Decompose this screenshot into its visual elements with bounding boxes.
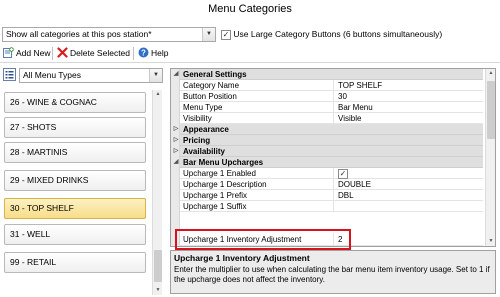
scroll-down-icon[interactable]: ▼ xyxy=(486,237,495,246)
category-list-scrollbar[interactable]: ▲ ▼ xyxy=(152,90,162,295)
property-value[interactable]: DBL xyxy=(338,190,483,201)
category-list-panel: All Menu Types ▼ 26 - WINE & COGNAC 27 -… xyxy=(0,64,168,297)
section-header-appearance[interactable]: ▷ Appearance xyxy=(174,124,483,135)
category-button[interactable]: 26 - WINE & COGNAC xyxy=(4,92,146,113)
property-name: Menu Type xyxy=(182,102,334,113)
help-button[interactable]: ? Help xyxy=(138,46,168,61)
section-title: Availability xyxy=(183,147,225,156)
property-name: Button Position xyxy=(182,91,334,102)
section-header-bar-menu-upcharges[interactable]: ◢ Bar Menu Upcharges xyxy=(174,157,483,168)
add-new-label: Add New xyxy=(16,48,51,58)
category-label: 99 - RETAIL xyxy=(10,257,57,267)
add-new-button[interactable]: Add New xyxy=(3,46,51,61)
svg-text:?: ? xyxy=(141,49,146,58)
chevron-down-icon[interactable]: ▼ xyxy=(149,69,162,82)
menu-type-value: All Menu Types xyxy=(23,70,81,80)
property-value[interactable]: TOP SHELF xyxy=(338,80,483,91)
category-button[interactable]: 31 - WELL xyxy=(4,224,146,245)
category-label: 27 - SHOTS xyxy=(10,122,57,132)
help-label: Help xyxy=(151,48,169,58)
property-description-panel: Upcharge 1 Inventory Adjustment Enter th… xyxy=(170,250,496,294)
scrollbar-thumb[interactable] xyxy=(487,81,495,139)
expand-icon[interactable]: ▷ xyxy=(172,146,180,157)
category-label: 30 - TOP SHELF xyxy=(10,203,74,213)
scroll-up-icon[interactable]: ▲ xyxy=(486,69,495,78)
category-label: 29 - MIXED DRINKS xyxy=(10,175,89,185)
help-icon: ? xyxy=(138,47,149,58)
expand-icon[interactable]: ▷ xyxy=(172,135,180,146)
category-label: 31 - WELL xyxy=(10,229,51,239)
list-view-icon[interactable] xyxy=(3,68,16,81)
collapse-icon[interactable]: ◢ xyxy=(172,157,180,168)
property-name: Upcharge 1 Enabled xyxy=(182,168,334,179)
property-grid-scrollbar[interactable]: ▲ ▼ xyxy=(485,69,495,246)
category-button-selected[interactable]: 30 - TOP SHELF xyxy=(4,198,146,219)
section-title: Pricing xyxy=(183,136,211,145)
property-row[interactable]: Upcharge 1 Prefix DBL xyxy=(180,190,483,201)
property-grid: ◢ General Settings Category Name TOP SHE… xyxy=(170,68,496,247)
menu-type-dropdown[interactable]: All Menu Types ▼ xyxy=(19,68,163,83)
upcharge-enabled-checkbox[interactable]: ✓ xyxy=(338,169,348,179)
scroll-down-icon[interactable]: ▼ xyxy=(153,286,163,295)
category-button[interactable]: 28 - MARTINIS xyxy=(4,142,146,163)
category-button[interactable]: 99 - RETAIL xyxy=(4,252,146,273)
highlight-box xyxy=(175,229,351,250)
scroll-up-icon[interactable]: ▲ xyxy=(153,90,163,99)
property-value[interactable]: 30 xyxy=(338,91,483,102)
property-value[interactable]: 2 xyxy=(338,233,483,246)
expand-icon[interactable]: ▷ xyxy=(172,124,180,135)
large-buttons-label: Use Large Category Buttons (6 buttons si… xyxy=(233,29,443,39)
property-name: Visibility xyxy=(182,113,334,124)
add-new-icon xyxy=(3,47,14,58)
property-name: Upcharge 1 Prefix xyxy=(182,190,334,201)
toolbar-separator xyxy=(52,47,53,60)
section-header-availability[interactable]: ▷ Availability xyxy=(174,146,483,157)
property-row[interactable]: Visibility Visible xyxy=(180,113,483,124)
section-title: General Settings xyxy=(183,70,247,79)
property-value[interactable]: Bar Menu xyxy=(338,102,483,113)
property-name: Upcharge 1 Suffix xyxy=(182,201,334,212)
category-button[interactable]: 27 - SHOTS xyxy=(4,117,146,138)
property-row[interactable]: Upcharge 1 Enabled ✓ xyxy=(180,168,483,179)
large-buttons-checkbox[interactable]: ✓ xyxy=(221,30,231,40)
category-label: 28 - MARTINIS xyxy=(10,147,68,157)
section-header-pricing[interactable]: ▷ Pricing xyxy=(174,135,483,146)
property-row[interactable]: Upcharge 1 Description DOUBLE xyxy=(180,179,483,190)
property-name: Category Name xyxy=(182,80,334,91)
section-header-general-settings[interactable]: ◢ General Settings xyxy=(174,69,483,80)
toolbar: Add New Delete Selected ? Help xyxy=(0,44,500,63)
category-label: 26 - WINE & COGNAC xyxy=(10,97,97,107)
property-name: Upcharge 1 Description xyxy=(182,179,334,190)
property-row[interactable]: Category Name TOP SHELF xyxy=(180,80,483,91)
description-title: Upcharge 1 Inventory Adjustment xyxy=(174,253,310,263)
delete-icon xyxy=(57,47,68,58)
large-buttons-option[interactable]: ✓ Use Large Category Buttons (6 buttons … xyxy=(221,29,442,41)
delete-selected-label: Delete Selected xyxy=(70,48,131,58)
chevron-down-icon[interactable]: ▼ xyxy=(202,28,215,41)
property-value[interactable]: Visible xyxy=(338,113,483,124)
property-value[interactable]: ✓ xyxy=(338,168,483,179)
category-filter-dropdown[interactable]: Show all categories at this pos station*… xyxy=(2,27,216,42)
property-row[interactable]: Upcharge 1 Suffix xyxy=(180,201,483,212)
property-row[interactable]: Button Position 30 xyxy=(180,91,483,102)
property-value[interactable] xyxy=(338,201,483,212)
delete-selected-button[interactable]: Delete Selected xyxy=(57,46,130,61)
category-button[interactable]: 29 - MIXED DRINKS xyxy=(4,170,146,191)
toolbar-separator xyxy=(133,47,134,60)
section-title: Bar Menu Upcharges xyxy=(183,158,264,167)
collapse-icon[interactable]: ◢ xyxy=(172,69,180,80)
section-title: Appearance xyxy=(183,125,229,134)
description-text: Enter the multiplier to use when calcula… xyxy=(174,265,490,284)
property-value[interactable]: DOUBLE xyxy=(338,179,483,190)
window-title: Menu Categories xyxy=(0,0,500,20)
scrollbar-thumb[interactable] xyxy=(154,250,162,282)
category-filter-value: Show all categories at this pos station* xyxy=(6,29,152,39)
property-row[interactable]: Menu Type Bar Menu xyxy=(180,102,483,113)
